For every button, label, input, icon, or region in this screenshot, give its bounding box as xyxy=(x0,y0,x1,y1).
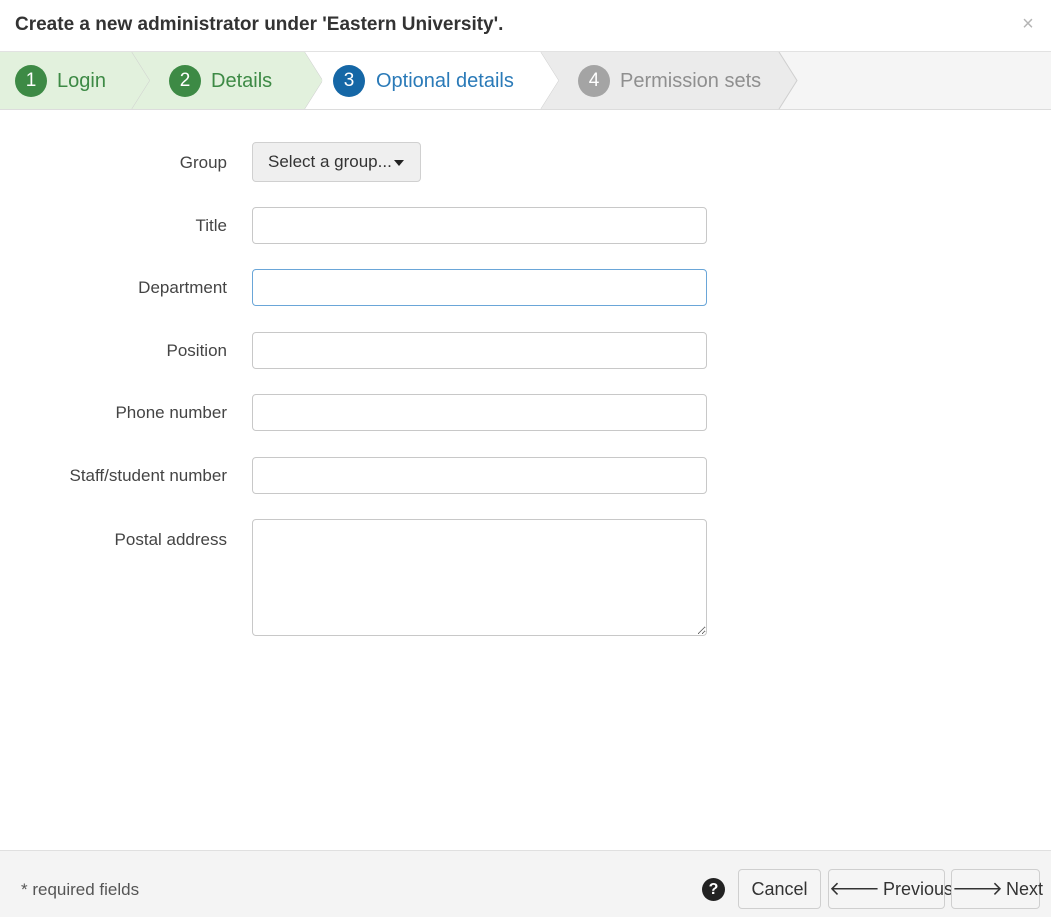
dialog-title: Create a new administrator under 'Easter… xyxy=(15,14,504,35)
title-label: Title xyxy=(195,216,228,235)
help-icon[interactable]: ? xyxy=(702,878,725,901)
cancel-button[interactable]: Cancel xyxy=(738,869,821,909)
phone-number-label: Phone number xyxy=(115,403,227,422)
department-input[interactable] xyxy=(252,269,707,306)
postal-address-textarea[interactable] xyxy=(252,519,707,636)
step-label: Login xyxy=(57,70,106,92)
select-group-label: Select a group... xyxy=(268,152,392,171)
dialog-footer: * required fields ? Cancel 🡐 Previous 🡒 Ne… xyxy=(0,850,1051,917)
step-permission-sets[interactable]: 4 Permission sets xyxy=(541,52,801,109)
step-number: 4 xyxy=(578,65,610,97)
step-number: 2 xyxy=(169,65,201,97)
title-input[interactable] xyxy=(252,207,707,244)
step-number: 1 xyxy=(15,65,47,97)
staff-student-number-label: Staff/student number xyxy=(69,466,227,485)
postal-address-label: Postal address xyxy=(114,530,227,549)
step-login[interactable]: 1 Login xyxy=(0,52,150,109)
cancel-label: Cancel xyxy=(751,879,808,899)
group-label: Group xyxy=(179,153,227,172)
department-label: Department xyxy=(138,278,227,297)
step-details[interactable]: 2 Details xyxy=(132,52,322,109)
position-input[interactable] xyxy=(252,332,707,369)
step-label: Permission sets xyxy=(620,70,762,92)
step-optional-details[interactable]: 3 Optional details xyxy=(305,52,561,109)
step-label: Details xyxy=(211,70,273,92)
close-icon[interactable]: × xyxy=(1019,13,1037,35)
staff-student-number-input[interactable] xyxy=(252,457,707,494)
previous-label: Previous xyxy=(882,879,953,899)
create-administrator-dialog: Create a new administrator under 'Easter… xyxy=(0,0,1051,917)
step-label: Optional details xyxy=(376,70,514,92)
position-label: Position xyxy=(166,341,227,360)
previous-button[interactable]: 🡐 Previous xyxy=(828,869,953,909)
arrow-right-icon: 🡒 xyxy=(952,879,1003,900)
select-group-dropdown[interactable]: Select a group... xyxy=(252,142,421,182)
dialog-header: Create a new administrator under 'Easter… xyxy=(0,0,1051,52)
wizard-steps: 1 Login 2 Details 3 Optional details 4 P… xyxy=(0,52,1051,110)
next-label: Next xyxy=(1005,879,1043,899)
next-button[interactable]: 🡒 Next xyxy=(951,869,1043,909)
step-number: 3 xyxy=(333,65,365,97)
arrow-left-icon: 🡐 xyxy=(829,879,880,900)
phone-number-input[interactable] xyxy=(252,394,707,431)
required-fields-note: * required fields xyxy=(21,880,140,899)
caret-down-icon xyxy=(394,160,404,166)
